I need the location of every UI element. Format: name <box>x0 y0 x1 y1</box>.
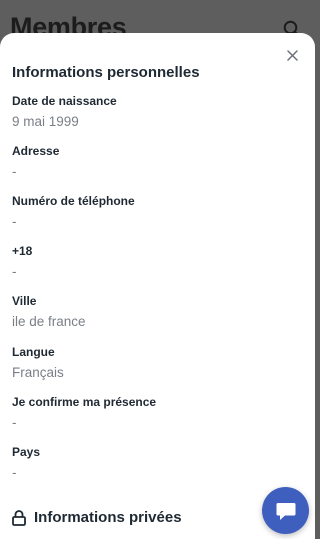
chat-bubble-icon <box>276 502 295 520</box>
field-value: - <box>12 264 17 279</box>
field-language: Langue Français <box>12 344 64 382</box>
member-details-sheet: Informations personnelles Date de naissa… <box>0 33 315 539</box>
field-birthdate: Date de naissance 9 mai 1999 <box>12 93 117 131</box>
close-icon <box>286 49 298 61</box>
field-label: +18 <box>12 244 33 258</box>
close-button[interactable] <box>282 45 302 65</box>
field-address: Adresse - <box>12 143 59 181</box>
field-label: Ville <box>12 294 37 308</box>
private-info-title: Informations privées <box>34 509 182 526</box>
private-info-header[interactable]: Informations privées <box>12 509 182 526</box>
field-value: ile de france <box>12 314 86 329</box>
chat-button[interactable] <box>262 487 309 534</box>
field-city: Ville ile de france <box>12 293 86 331</box>
field-value: - <box>12 164 17 179</box>
field-value: - <box>12 465 17 480</box>
field-label: Numéro de téléphone <box>12 194 135 208</box>
field-value: 9 mai 1999 <box>12 114 79 129</box>
field-value: - <box>12 214 17 229</box>
field-value: - <box>12 415 17 430</box>
field-attendance: Je confirme ma présence - <box>12 394 156 432</box>
field-country: Pays - <box>12 444 40 482</box>
field-label: Langue <box>12 345 55 359</box>
field-value: Français <box>12 365 64 380</box>
field-phone: Numéro de téléphone - <box>12 193 135 231</box>
field-label: Adresse <box>12 144 60 158</box>
field-label: Pays <box>12 445 41 459</box>
field-label: Date de naissance <box>12 94 117 108</box>
field-label: Je confirme ma présence <box>12 395 157 409</box>
lock-icon <box>12 509 26 526</box>
section-title-personal-info: Informations personnelles <box>12 64 200 81</box>
field-adult: +18 - <box>12 243 32 281</box>
